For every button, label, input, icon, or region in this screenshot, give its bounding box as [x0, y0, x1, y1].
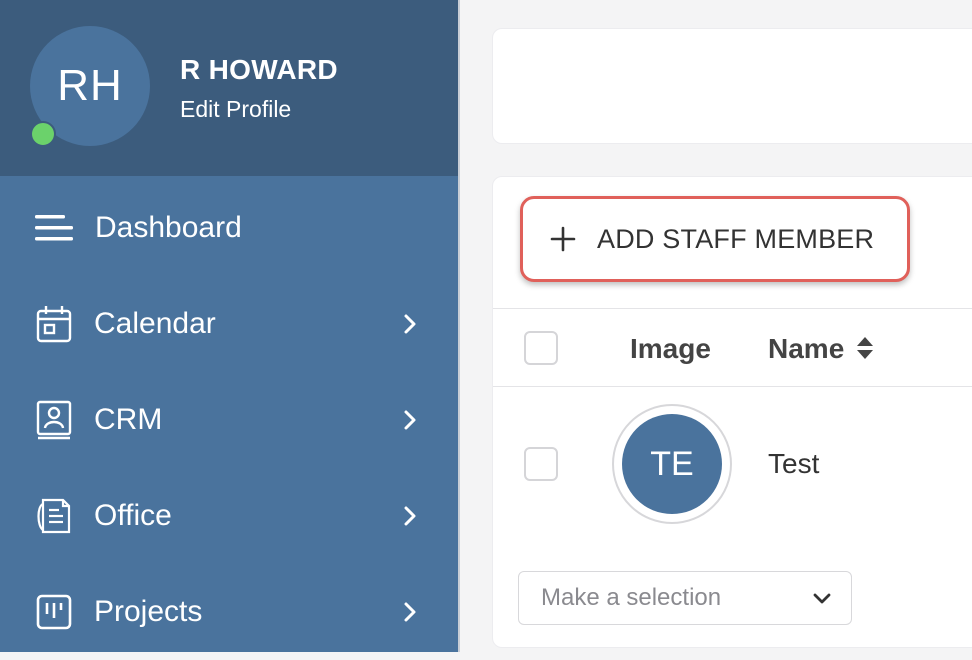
chevron-right-icon: [404, 602, 416, 622]
sidebar-item-dashboard[interactable]: Dashboard: [0, 180, 458, 276]
sidebar-item-projects[interactable]: Projects: [0, 564, 458, 660]
add-staff-member-button[interactable]: ADD STAFF MEMBER: [531, 207, 899, 271]
sidebar-item-label: Projects: [94, 595, 203, 628]
staff-name[interactable]: Test: [768, 448, 819, 480]
avatar-initials: RH: [57, 61, 123, 110]
sidebar-item-crm[interactable]: CRM: [0, 372, 458, 468]
menu-icon: [34, 208, 74, 248]
column-header-image: Image: [630, 333, 711, 364]
header-card: [492, 28, 972, 144]
documents-icon: [34, 496, 74, 536]
chevron-right-icon: [404, 410, 416, 430]
column-header-name[interactable]: Name: [768, 333, 844, 365]
sidebar-item-calendar[interactable]: Calendar: [0, 276, 458, 372]
online-status-dot: [30, 121, 56, 147]
profile-name: R HOWARD: [180, 54, 338, 85]
staff-avatar[interactable]: TE: [622, 414, 722, 514]
sidebar-item-label: CRM: [94, 403, 163, 436]
sidebar-item-office[interactable]: Office: [0, 468, 458, 564]
calendar-icon: [34, 304, 74, 344]
sidebar-item-label: Dashboard: [95, 211, 242, 244]
sort-icon[interactable]: [856, 336, 874, 360]
row-checkbox[interactable]: [524, 447, 558, 481]
profile-header: RH R HOWARD Edit Profile: [0, 0, 458, 176]
bulk-action-select[interactable]: Make a selection: [518, 571, 852, 625]
table-row-divider: [493, 386, 972, 387]
bulk-action-placeholder: Make a selection: [541, 584, 722, 611]
sidebar-item-label: Office: [94, 499, 172, 532]
edit-profile-link[interactable]: Edit Profile: [180, 96, 291, 123]
kanban-board-icon: [34, 592, 74, 632]
add-staff-member-label: ADD STAFF MEMBER: [597, 223, 875, 254]
chevron-down-icon: [813, 593, 831, 604]
chevron-right-icon: [404, 314, 416, 334]
table-header-divider: [493, 308, 972, 309]
sidebar: RH R HOWARD Edit Profile Dashboard Calen…: [0, 0, 460, 652]
select-all-checkbox[interactable]: [524, 331, 558, 365]
staff-avatar-initials: TE: [650, 444, 694, 483]
contact-book-icon: [34, 400, 74, 440]
plus-icon: [550, 226, 576, 252]
chevron-right-icon: [404, 506, 416, 526]
sidebar-item-label: Calendar: [94, 307, 216, 340]
add-staff-member-button-highlight: ADD STAFF MEMBER: [520, 196, 910, 282]
